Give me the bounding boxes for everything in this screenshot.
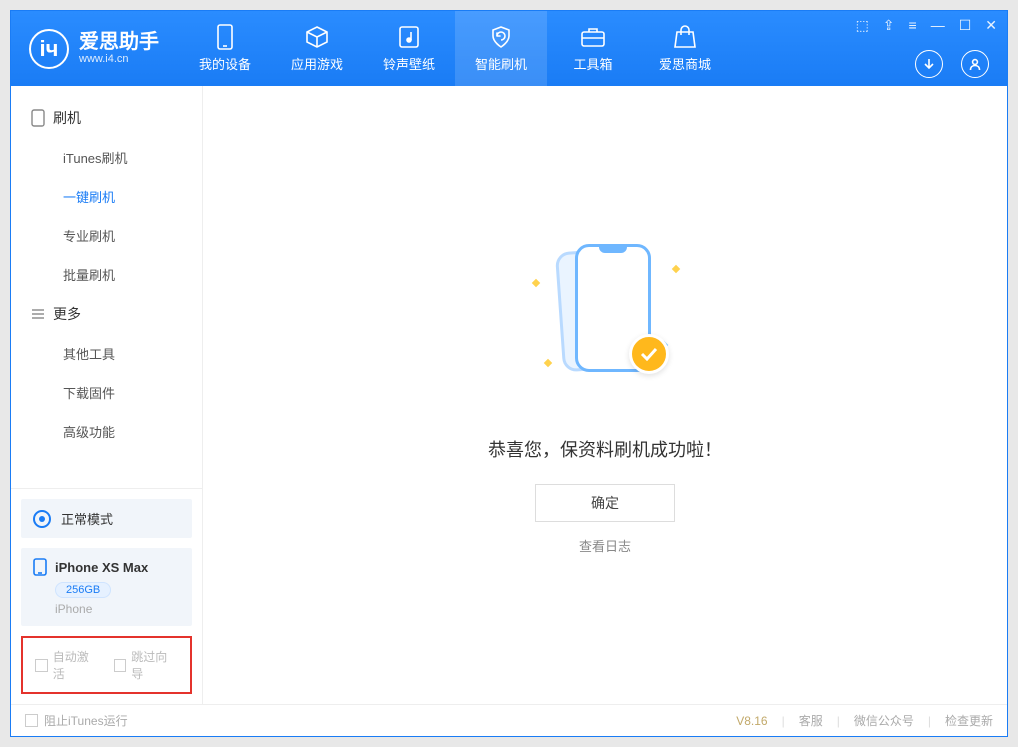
user-button[interactable] [961, 50, 989, 78]
maximize-button[interactable]: ☐ [959, 17, 972, 34]
app-window: iч 爱思助手 www.i4.cn 我的设备 应用游戏 铃声壁纸 智能刷机 [10, 10, 1008, 737]
statusbar-left: 阻止iTunes运行 [25, 712, 128, 729]
link-check-update[interactable]: 检查更新 [945, 712, 993, 729]
sidebar-section-more: 更多 [11, 294, 202, 334]
sidebar-item-other-tools[interactable]: 其他工具 [11, 334, 202, 373]
app-logo-icon: iч [29, 29, 69, 69]
tab-toolbox[interactable]: 工具箱 [547, 11, 639, 86]
main-tabs: 我的设备 应用游戏 铃声壁纸 智能刷机 工具箱 爱思商城 [179, 11, 731, 86]
download-button[interactable] [915, 50, 943, 78]
tab-apps-games[interactable]: 应用游戏 [271, 11, 363, 86]
flash-options-highlight: 自动激活 跳过向导 [21, 636, 192, 694]
logo-area: iч 爱思助手 www.i4.cn [11, 29, 179, 69]
checkbox-auto-activate[interactable]: 自动激活 [35, 648, 100, 682]
device-row: iPhone XS Max [33, 558, 180, 576]
link-support[interactable]: 客服 [799, 712, 823, 729]
menu-icon[interactable]: ≡ [909, 17, 917, 34]
main-content: 恭喜您，保资料刷机成功啦！ 确定 查看日志 [203, 86, 1007, 704]
success-illustration [525, 236, 685, 396]
sidebar-item-advanced[interactable]: 高级功能 [11, 412, 202, 451]
shirt-icon[interactable]: ⬚ [856, 17, 869, 34]
tab-my-device[interactable]: 我的设备 [179, 11, 271, 86]
tab-ringtones-wallpapers[interactable]: 铃声壁纸 [363, 11, 455, 86]
link-wechat[interactable]: 微信公众号 [854, 712, 914, 729]
sidebar-item-itunes-flash[interactable]: iTunes刷机 [11, 138, 202, 177]
version-label: V8.16 [736, 714, 767, 728]
checkbox-icon [25, 714, 38, 727]
tab-smart-flash[interactable]: 智能刷机 [455, 11, 547, 86]
checkbox-skip-guide[interactable]: 跳过向导 [114, 648, 179, 682]
sidebar-scroll: 刷机 iTunes刷机 一键刷机 专业刷机 批量刷机 更多 其他工具 下载固件 … [11, 86, 202, 488]
phone-outline-icon [31, 109, 45, 127]
success-message: 恭喜您，保资料刷机成功啦！ [488, 436, 722, 462]
lock-icon[interactable]: ⇪ [883, 17, 895, 34]
close-button[interactable]: ✕ [985, 17, 997, 34]
bag-icon [672, 24, 698, 50]
sidebar-item-batch-flash[interactable]: 批量刷机 [11, 255, 202, 294]
checkbox-block-itunes[interactable]: 阻止iTunes运行 [25, 712, 128, 729]
sidebar: 刷机 iTunes刷机 一键刷机 专业刷机 批量刷机 更多 其他工具 下载固件 … [11, 86, 203, 704]
music-note-icon [396, 24, 422, 50]
checkmark-badge-icon [629, 334, 669, 374]
device-name: iPhone XS Max [55, 560, 148, 575]
app-title: 爱思助手 [79, 31, 159, 53]
tab-store[interactable]: 爱思商城 [639, 11, 731, 86]
sidebar-item-pro-flash[interactable]: 专业刷机 [11, 216, 202, 255]
logo-text: 爱思助手 www.i4.cn [79, 31, 159, 65]
more-icon [31, 307, 45, 321]
sidebar-bottom: 正常模式 iPhone XS Max 256GB iPhone 自动激活 跳过向… [11, 488, 202, 704]
sidebar-item-oneclick-flash[interactable]: 一键刷机 [11, 177, 202, 216]
app-url: www.i4.cn [79, 53, 159, 65]
minimize-button[interactable]: — [931, 17, 945, 34]
toolbox-icon [580, 24, 606, 50]
checkbox-icon [114, 659, 127, 672]
window-controls: ⬚ ⇪ ≡ — ☐ ✕ [856, 17, 997, 34]
view-log-link[interactable]: 查看日志 [579, 536, 631, 555]
sidebar-item-download-firmware[interactable]: 下载固件 [11, 373, 202, 412]
device-capacity: 256GB [55, 582, 111, 598]
statusbar-right: V8.16 | 客服 | 微信公众号 | 检查更新 [736, 712, 993, 729]
phone-icon [212, 24, 238, 50]
device-phone-icon [33, 558, 47, 576]
mode-indicator-icon [33, 510, 51, 528]
header-actions [915, 50, 989, 78]
titlebar: iч 爱思助手 www.i4.cn 我的设备 应用游戏 铃声壁纸 智能刷机 [11, 11, 1007, 86]
sidebar-section-flash: 刷机 [11, 98, 202, 138]
cube-icon [304, 24, 330, 50]
statusbar: 阻止iTunes运行 V8.16 | 客服 | 微信公众号 | 检查更新 [11, 704, 1007, 736]
mode-tile[interactable]: 正常模式 [21, 499, 192, 538]
body: 刷机 iTunes刷机 一键刷机 专业刷机 批量刷机 更多 其他工具 下载固件 … [11, 86, 1007, 704]
ok-button[interactable]: 确定 [535, 484, 675, 522]
device-type: iPhone [55, 602, 180, 616]
device-tile[interactable]: iPhone XS Max 256GB iPhone [21, 548, 192, 626]
shield-refresh-icon [488, 24, 514, 50]
mode-label: 正常模式 [61, 509, 113, 528]
checkbox-icon [35, 659, 48, 672]
